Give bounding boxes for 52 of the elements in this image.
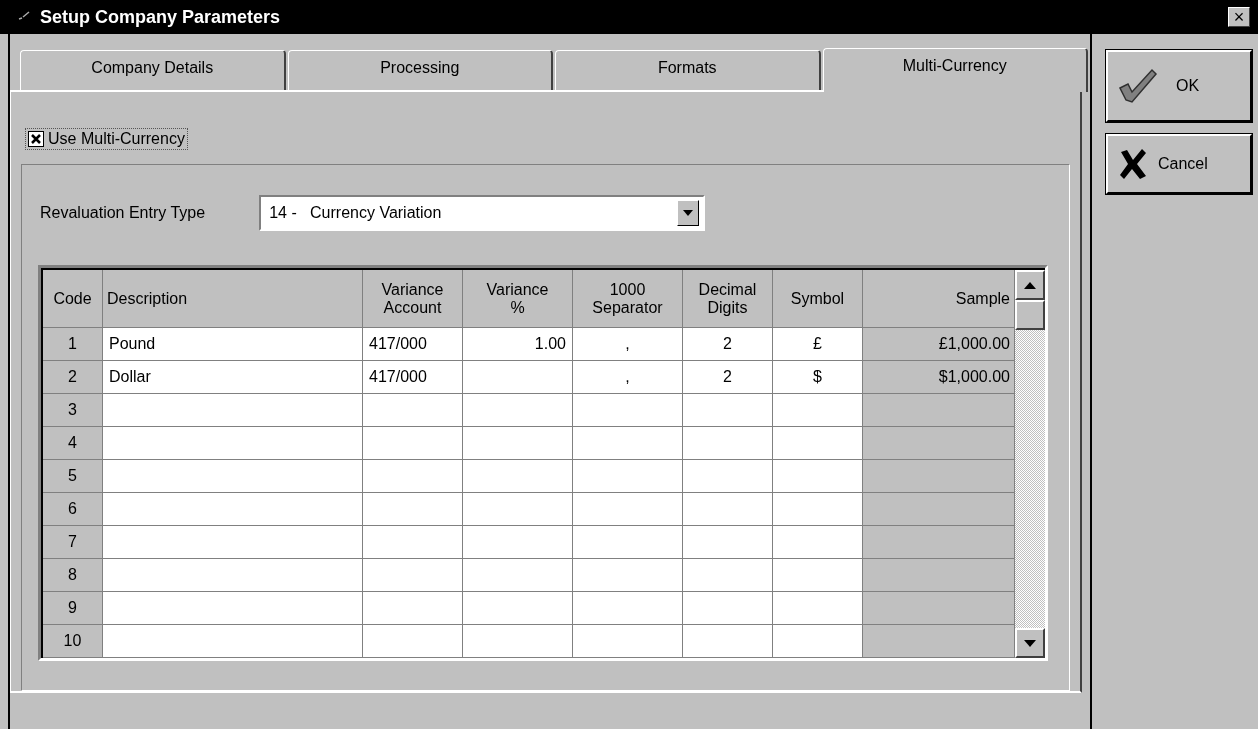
table-cell: 2 bbox=[683, 361, 773, 394]
table-cell: 3 bbox=[43, 394, 103, 427]
field-label: Revaluation Entry Type bbox=[40, 204, 206, 222]
entry-type-dropdown[interactable]: 14 - Currency Variation bbox=[259, 195, 706, 231]
tab[interactable]: Processing bbox=[287, 50, 553, 90]
table-cell: Pound bbox=[103, 328, 363, 361]
column-header: Variance Account bbox=[363, 270, 463, 328]
table-cell: Dollar bbox=[103, 361, 363, 394]
tab[interactable]: Formats bbox=[555, 50, 821, 90]
check-icon bbox=[1118, 68, 1158, 104]
table-cell: 8 bbox=[43, 559, 103, 592]
scrollbar[interactable] bbox=[1015, 268, 1045, 658]
window-title: Setup Company Parameters bbox=[40, 6, 282, 28]
table-cell: 1 bbox=[43, 328, 103, 361]
table-cell: 2 bbox=[43, 361, 103, 394]
table-cell: $1,000.00 bbox=[863, 361, 1015, 394]
table-cell: 417/000 bbox=[363, 328, 463, 361]
table-cell: 1.00 bbox=[463, 328, 573, 361]
tab[interactable]: Multi-Currency bbox=[822, 48, 1088, 92]
table-cell: 2 bbox=[683, 328, 773, 361]
table-cell: £1,000.00 bbox=[863, 328, 1015, 361]
table-cell: , bbox=[573, 328, 683, 361]
column-header: Variance % bbox=[463, 270, 573, 328]
table-cell: 4 bbox=[43, 427, 103, 460]
column-header: Code bbox=[43, 270, 103, 328]
checkbox-label: Use Multi-Currency bbox=[48, 130, 185, 148]
table-cell: 9 bbox=[43, 592, 103, 625]
scroll-thumb[interactable] bbox=[1015, 300, 1045, 330]
column-header: Sample bbox=[863, 270, 1015, 328]
table-cell: , bbox=[573, 361, 683, 394]
column-header: Symbol bbox=[773, 270, 863, 328]
ok-button[interactable]: OK bbox=[1106, 50, 1252, 122]
table-cell: 6 bbox=[43, 493, 103, 526]
cancel-button[interactable]: Cancel bbox=[1106, 134, 1252, 194]
use-multi-currency-checkbox[interactable]: Use Multi-Currency bbox=[25, 128, 188, 150]
scroll-down-button[interactable] bbox=[1015, 628, 1045, 658]
table-cell: £ bbox=[773, 328, 863, 361]
close-button[interactable]: × bbox=[1228, 7, 1250, 27]
column-header: Decimal Digits bbox=[683, 270, 773, 328]
up-arrow-icon bbox=[1024, 281, 1036, 289]
column-header: Description bbox=[103, 270, 363, 328]
app-icon bbox=[18, 11, 30, 23]
column-header: 1000 Separator bbox=[573, 270, 683, 328]
table-cell: 5 bbox=[43, 460, 103, 493]
table-cell: 10 bbox=[43, 625, 103, 658]
table-cell: 7 bbox=[43, 526, 103, 559]
table-cell: 417/000 bbox=[363, 361, 463, 394]
tab[interactable]: Company Details bbox=[20, 50, 286, 90]
table-cell: $ bbox=[773, 361, 863, 394]
cross-icon bbox=[1118, 148, 1148, 180]
scroll-up-button[interactable] bbox=[1015, 270, 1045, 300]
down-arrow-icon bbox=[1024, 639, 1036, 647]
